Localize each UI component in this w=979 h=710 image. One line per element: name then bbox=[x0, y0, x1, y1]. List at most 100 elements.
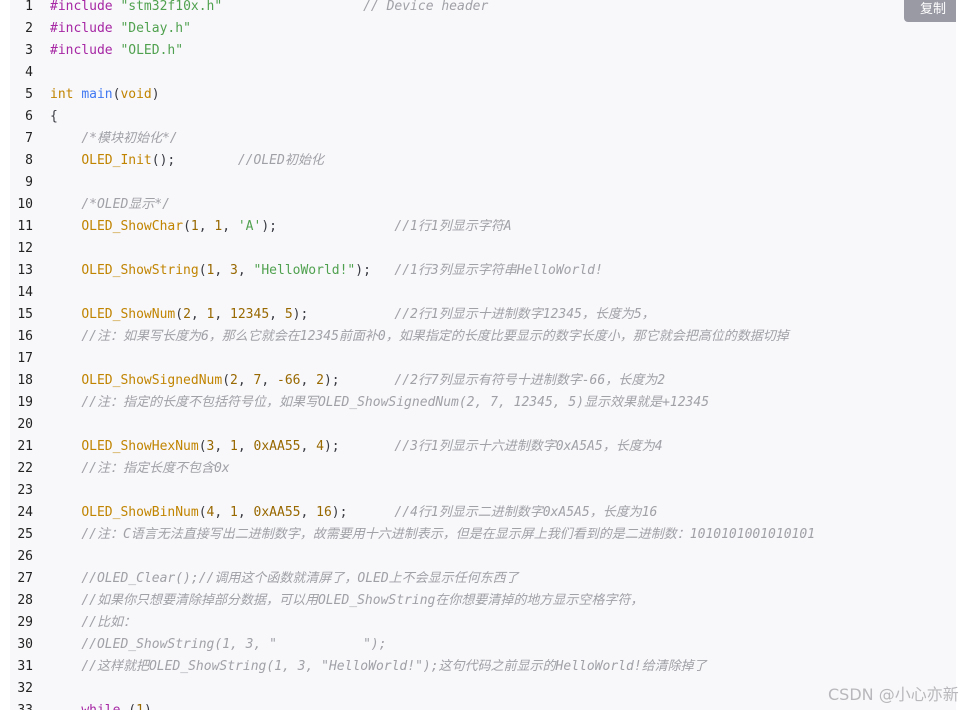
code-token: //1行3列显示字符串HelloWorld! bbox=[394, 263, 603, 278]
code-token: OLED_ShowHexNum bbox=[81, 439, 199, 454]
code-line: 20 bbox=[10, 414, 956, 436]
code-line: 5 int main(void) bbox=[10, 84, 956, 106]
line-number: 15 bbox=[17, 307, 33, 322]
code-line: 19 //注：指定的长度不包括符号位，如果写OLED_ShowSignedNum… bbox=[10, 392, 956, 414]
code-token: ( bbox=[183, 219, 191, 234]
code-token: //比如： bbox=[81, 615, 136, 630]
code-token: 12345 bbox=[230, 307, 270, 322]
line-number: 6 bbox=[25, 109, 33, 124]
code-token: 2 bbox=[316, 373, 324, 388]
code-text: /*OLED显示*/ bbox=[50, 194, 170, 216]
code-text: OLED_ShowSignedNum(2, 7, -66, 2); //2行7列… bbox=[50, 370, 665, 392]
code-token: -66 bbox=[277, 373, 301, 388]
code-line: 31 //这样就把OLED_ShowString(1, 3, "HelloWor… bbox=[10, 656, 956, 678]
line-number: 13 bbox=[17, 263, 33, 278]
code-token: OLED_ShowString bbox=[81, 263, 199, 278]
code-token: { bbox=[50, 109, 58, 124]
code-text: #include "stm32f10x.h" // Device header bbox=[50, 0, 488, 18]
code-token: (); bbox=[151, 153, 238, 168]
code-token: "stm32f10x.h" bbox=[120, 0, 223, 14]
code-token: , bbox=[214, 505, 231, 520]
code-token: 5 bbox=[284, 307, 293, 322]
line-number: 27 bbox=[17, 571, 33, 586]
code-token: //注：指定长度不包含0x bbox=[81, 461, 230, 476]
line-number: 16 bbox=[17, 329, 33, 344]
line-number: 25 bbox=[17, 527, 33, 542]
line-number: 30 bbox=[17, 637, 33, 652]
line-number: 19 bbox=[17, 395, 33, 410]
code-token: #include bbox=[50, 21, 113, 36]
line-number: 20 bbox=[17, 417, 33, 432]
code-token: 4 bbox=[316, 439, 324, 454]
code-text: /*模块初始化*/ bbox=[50, 128, 178, 150]
code-token: 2 bbox=[183, 307, 191, 322]
code-token: , bbox=[237, 439, 254, 454]
code-token: "HelloWorld!" bbox=[253, 263, 356, 278]
copy-button[interactable]: 复制 bbox=[904, 0, 956, 22]
code-line: 7 /*模块初始化*/ bbox=[10, 128, 956, 150]
code-token: , bbox=[261, 373, 277, 388]
code-line: 21 OLED_ShowHexNum(3, 1, 0xAA55, 4); //3… bbox=[10, 436, 956, 458]
code-token: , bbox=[269, 307, 285, 322]
code-line: 30 //OLED_ShowString(1, 3, " "); bbox=[10, 634, 956, 656]
line-number: 7 bbox=[25, 131, 33, 146]
line-number: 12 bbox=[17, 241, 33, 256]
code-token: 0xAA55 bbox=[253, 505, 301, 520]
code-token: , bbox=[237, 263, 254, 278]
code-text: //注：指定长度不包含0x bbox=[50, 458, 230, 480]
code-token: , bbox=[214, 263, 231, 278]
line-number: 23 bbox=[17, 483, 33, 498]
line-number: 24 bbox=[17, 505, 33, 520]
code-line: 11 OLED_ShowChar(1, 1, 'A'); //1行1列显示字符A bbox=[10, 216, 956, 238]
line-number: 9 bbox=[25, 175, 33, 190]
code-token: ( bbox=[175, 307, 184, 322]
code-text: int main(void) bbox=[50, 84, 160, 106]
code-token: , bbox=[300, 505, 317, 520]
code-token: ( bbox=[222, 373, 231, 388]
line-number: 18 bbox=[17, 373, 33, 388]
code-token: ( bbox=[198, 505, 207, 520]
code-text: //如果你只想要清除掉部分数据，可以用OLED_ShowString在你想要清掉… bbox=[50, 590, 643, 612]
code-token: main bbox=[81, 87, 113, 102]
code-line: 27 //OLED_Clear();//调用这个函数就清屏了，OLED上不会显示… bbox=[10, 568, 956, 590]
code-token: #include bbox=[50, 43, 113, 58]
code-token: 1 bbox=[230, 505, 238, 520]
code-token: // Device header bbox=[363, 0, 489, 14]
code-token: /*模块初始化*/ bbox=[81, 131, 178, 146]
code-text: //OLED_Clear();//调用这个函数就清屏了，OLED上不会显示任何东… bbox=[50, 568, 518, 590]
code-token: ( bbox=[198, 263, 207, 278]
code-line: 32 bbox=[10, 678, 956, 700]
code-line: 24 OLED_ShowBinNum(4, 1, 0xAA55, 16); //… bbox=[10, 502, 956, 524]
code-token: //1行1列显示字符A bbox=[394, 219, 512, 234]
line-number: 26 bbox=[17, 549, 33, 564]
code-line: 6{ bbox=[10, 106, 956, 128]
code-token: , bbox=[214, 307, 231, 322]
code-token: int bbox=[50, 87, 74, 102]
line-number: 3 bbox=[25, 43, 33, 58]
code-token: , bbox=[237, 505, 254, 520]
code-token: , bbox=[198, 219, 215, 234]
code-token: #include bbox=[50, 0, 113, 14]
code-token: ); bbox=[331, 505, 395, 520]
code-text: //这样就把OLED_ShowString(1, 3, "HelloWorld!… bbox=[50, 656, 706, 678]
code-token: 1 bbox=[230, 439, 238, 454]
code-token: 1 bbox=[190, 219, 199, 234]
code-line: 23 bbox=[10, 480, 956, 502]
code-line: 25 //注：C语言无法直接写出二进制数字，故需要用十六进制表示，但是在显示屏上… bbox=[10, 524, 956, 546]
line-number: 32 bbox=[17, 681, 33, 696]
code-token: //2行1列显示十进制数字12345，长度为5， bbox=[394, 307, 655, 322]
code-text: //比如： bbox=[50, 612, 136, 634]
code-line: 28 //如果你只想要清除掉部分数据，可以用OLED_ShowString在你想… bbox=[10, 590, 956, 612]
code-token: ( bbox=[120, 703, 136, 710]
code-token: ); bbox=[323, 373, 395, 388]
line-number: 1 bbox=[25, 0, 33, 14]
